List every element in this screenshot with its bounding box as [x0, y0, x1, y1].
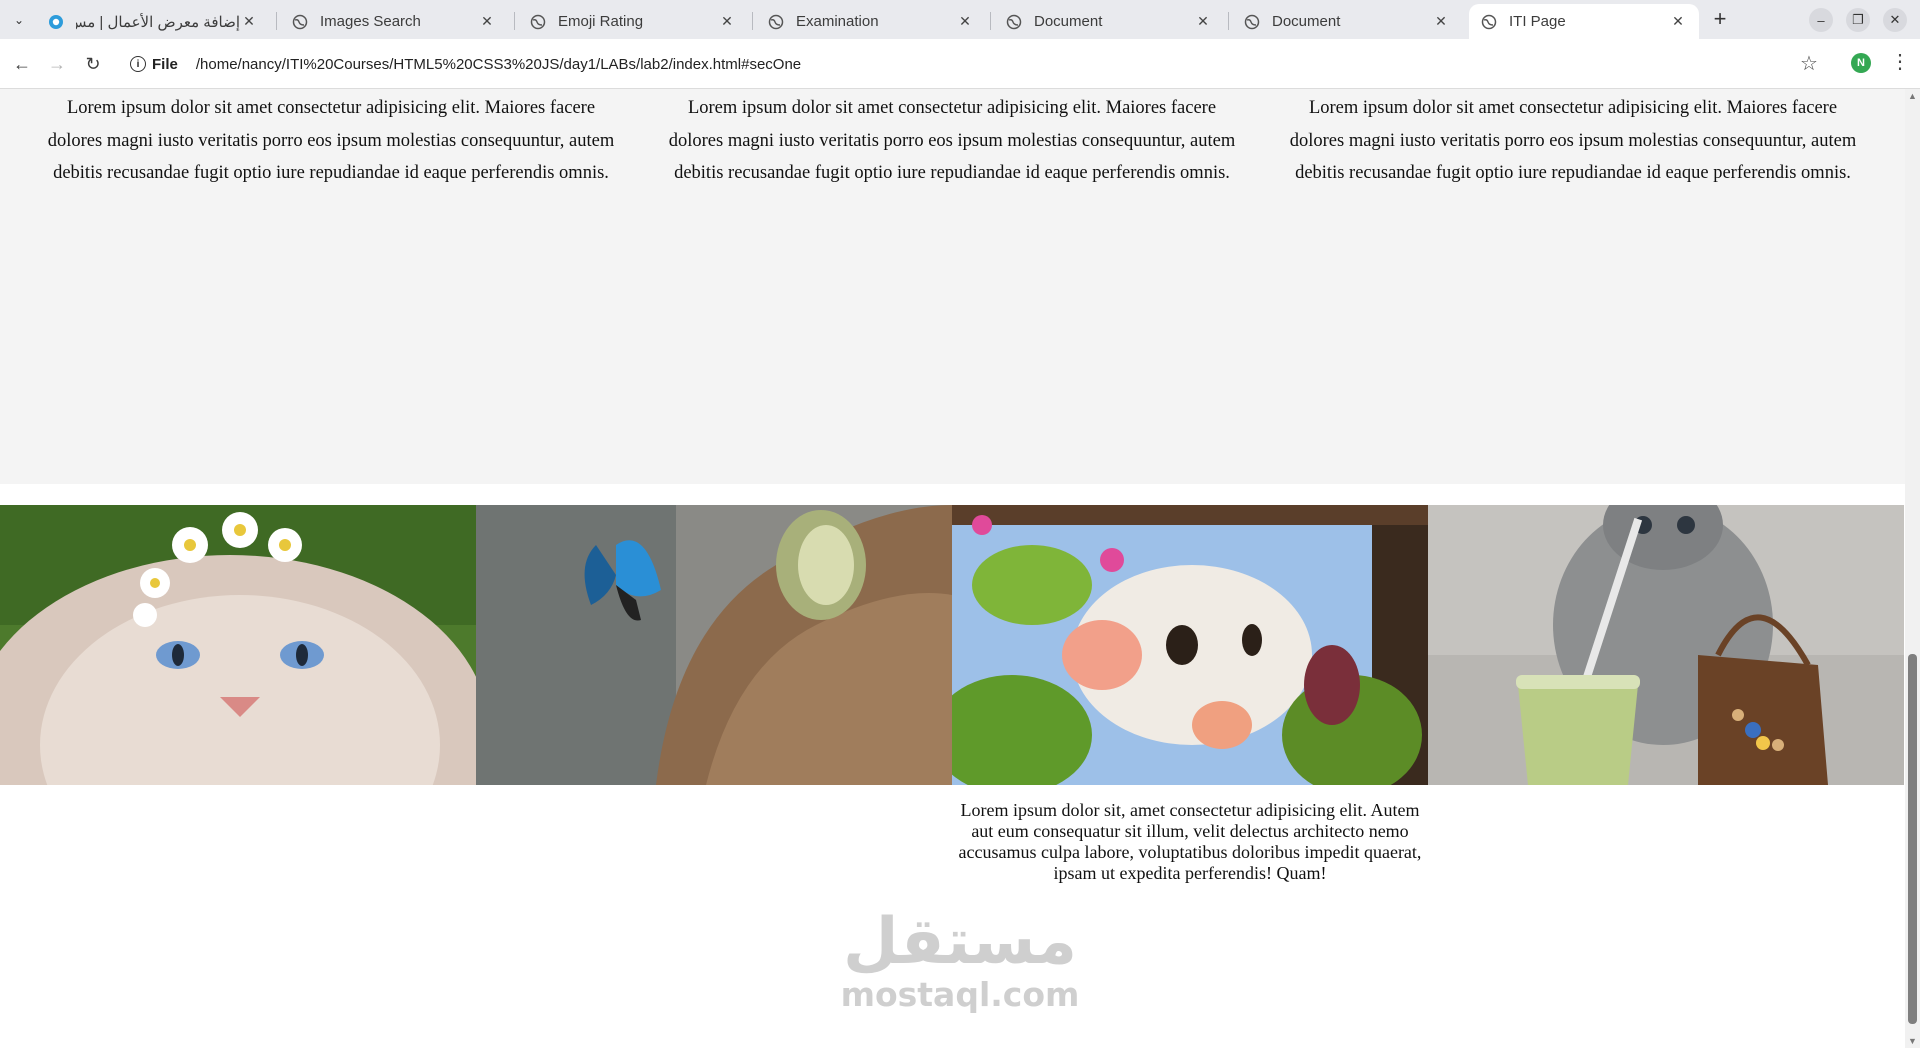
tab-title: Document — [1034, 13, 1103, 30]
arrow-right-icon: → — [48, 53, 66, 74]
address-bar[interactable]: i File /home/nancy/ITI%20Courses/HTML5%2… — [120, 45, 1800, 83]
tab-divider — [276, 12, 277, 30]
tab-mostaql[interactable]: إضافة معرض الأعمال | مس... ✕ — [36, 4, 270, 39]
address-url[interactable]: /home/nancy/ITI%20Courses/HTML5%20CSS3%2… — [196, 56, 801, 73]
kitten-with-drink-photo — [1428, 505, 1904, 785]
bookmark-star-icon[interactable]: ☆ — [1800, 51, 1818, 76]
watermark-latin: mostaql.com — [840, 975, 1080, 1014]
tab-divider — [514, 12, 515, 30]
tab-title: Images Search — [320, 13, 421, 30]
new-tab-button[interactable]: + — [1709, 6, 1731, 31]
more-menu-icon[interactable]: ⋮ — [1890, 49, 1910, 74]
info-icon[interactable]: i — [130, 56, 146, 72]
column-paragraph: Lorem ipsum dolor sit amet consectetur a… — [668, 98, 1236, 183]
globe-icon — [292, 14, 308, 29]
close-icon[interactable]: ✕ — [718, 13, 736, 31]
tab-title: ITI Page — [1509, 13, 1566, 30]
close-icon[interactable]: ✕ — [1194, 13, 1212, 31]
close-window-button[interactable]: ✕ — [1883, 8, 1907, 32]
reload-icon: ↻ — [85, 53, 101, 74]
close-icon: ✕ — [1889, 12, 1901, 27]
mostaql-icon — [49, 14, 63, 29]
close-icon[interactable]: ✕ — [240, 13, 258, 31]
tab-title: إضافة معرض الأعمال | مس... — [76, 13, 240, 31]
text-columns-section: Lorem ipsum dolor sit amet consectetur a… — [0, 89, 1905, 484]
tab-title: Examination — [796, 13, 879, 30]
tab-images-search[interactable]: Images Search ✕ — [280, 4, 508, 39]
globe-icon — [1244, 14, 1260, 29]
kitten-in-leaves-photo — [952, 505, 1428, 785]
close-icon[interactable]: ✕ — [478, 13, 496, 31]
gallery-caption: Lorem ipsum dolor sit, amet consectetur … — [958, 800, 1422, 883]
page-scrollbar[interactable]: ▲ ▼ — [1905, 89, 1920, 1048]
image-gallery — [0, 505, 1905, 785]
restore-icon: ❐ — [1852, 12, 1864, 27]
close-icon[interactable]: ✕ — [956, 13, 974, 31]
close-icon[interactable]: ✕ — [1432, 13, 1450, 31]
globe-icon — [1006, 14, 1022, 29]
page-viewport: Lorem ipsum dolor sit amet consectetur a… — [0, 89, 1905, 1048]
watermark-arabic: مستقل — [842, 905, 1078, 979]
tab-document-2[interactable]: Document ✕ — [1232, 4, 1462, 39]
globe-icon — [530, 14, 546, 29]
tab-title: Document — [1272, 13, 1341, 30]
globe-icon — [768, 14, 784, 29]
restore-button[interactable]: ❐ — [1846, 8, 1870, 32]
column-paragraph: Lorem ipsum dolor sit amet consectetur a… — [47, 98, 615, 183]
scroll-up-icon[interactable]: ▲ — [1908, 91, 1917, 101]
cat-butterfly-photo — [476, 505, 952, 785]
column-paragraph: Lorem ipsum dolor sit amet consectetur a… — [1289, 98, 1857, 183]
tab-title: Emoji Rating — [558, 13, 644, 30]
chevron-down-icon: ⌄ — [13, 13, 25, 27]
tab-divider — [990, 12, 991, 30]
globe-icon — [1481, 14, 1497, 29]
tab-strip: ⌄ إضافة معرض الأعمال | مس... ✕ Images Se… — [0, 0, 1920, 39]
tab-emoji-rating[interactable]: Emoji Rating ✕ — [518, 4, 748, 39]
mostaql-watermark: مستقل mostaql.com — [840, 907, 1080, 1013]
forward-button[interactable]: → — [45, 52, 69, 76]
back-button[interactable]: ← — [10, 52, 34, 76]
plus-icon: + — [1713, 6, 1727, 31]
tab-document-1[interactable]: Document ✕ — [994, 4, 1224, 39]
scroll-down-icon[interactable]: ▼ — [1908, 1036, 1917, 1046]
tab-divider — [1228, 12, 1229, 30]
tab-iti-page[interactable]: ITI Page ✕ — [1469, 4, 1699, 39]
tab-search-button[interactable]: ⌄ — [8, 9, 30, 31]
browser-toolbar: ← → ↻ i File /home/nancy/ITI%20Courses/H… — [0, 39, 1920, 89]
close-icon[interactable]: ✕ — [1669, 13, 1687, 31]
arrow-left-icon: ← — [13, 53, 31, 74]
reload-button[interactable]: ↻ — [81, 52, 105, 76]
minimize-icon: – — [1817, 12, 1825, 28]
minimize-button[interactable]: – — [1809, 8, 1833, 32]
profile-avatar[interactable]: N — [1851, 53, 1871, 73]
tab-examination[interactable]: Examination ✕ — [756, 4, 986, 39]
cat-flower-crown-photo — [0, 505, 476, 785]
tab-divider — [752, 12, 753, 30]
address-scheme: File — [152, 55, 178, 73]
scroll-thumb[interactable] — [1908, 654, 1917, 1024]
